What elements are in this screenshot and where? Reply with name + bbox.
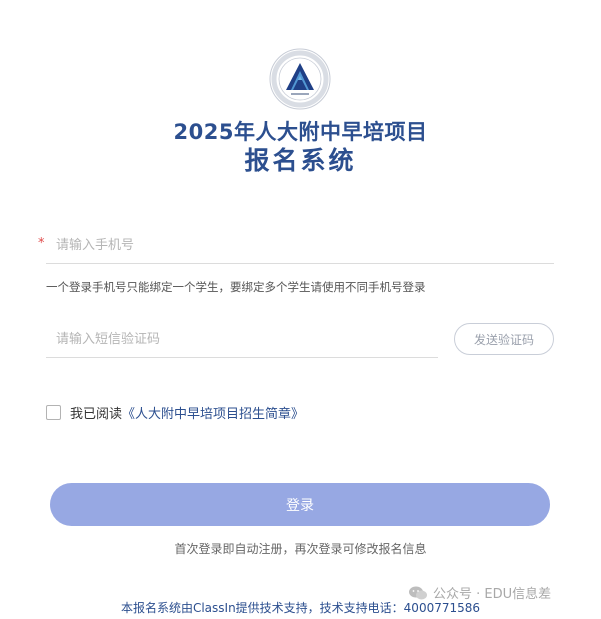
required-mark: * xyxy=(38,236,45,251)
agreement-checkbox[interactable] xyxy=(46,404,61,420)
agreement-row: 我已阅读 《人大附中早培项目招生简章》 xyxy=(46,403,304,422)
login-note: 首次登录即自动注册，再次登录可修改报名信息 xyxy=(174,542,427,556)
send-code-button[interactable]: 发送验证码 xyxy=(454,323,554,355)
brochure-link[interactable]: 《人大附中早培项目招生简章》 xyxy=(122,403,304,422)
login-button[interactable]: 登录 xyxy=(50,483,550,526)
school-logo-icon xyxy=(269,48,331,110)
agreement-label: 我已阅读 xyxy=(70,406,123,422)
phone-input[interactable] xyxy=(46,228,554,264)
phone-hint: 一个登录手机号只能绑定一个学生，要绑定多个学生请使用不同手机号登录 xyxy=(46,280,426,294)
tech-support-footer: 本报名系统由ClassIn提供技术支持，技术支持电话：4000771586 xyxy=(120,601,481,615)
page-subtitle: 报名系统 xyxy=(244,146,357,175)
sms-code-input[interactable] xyxy=(46,322,438,358)
